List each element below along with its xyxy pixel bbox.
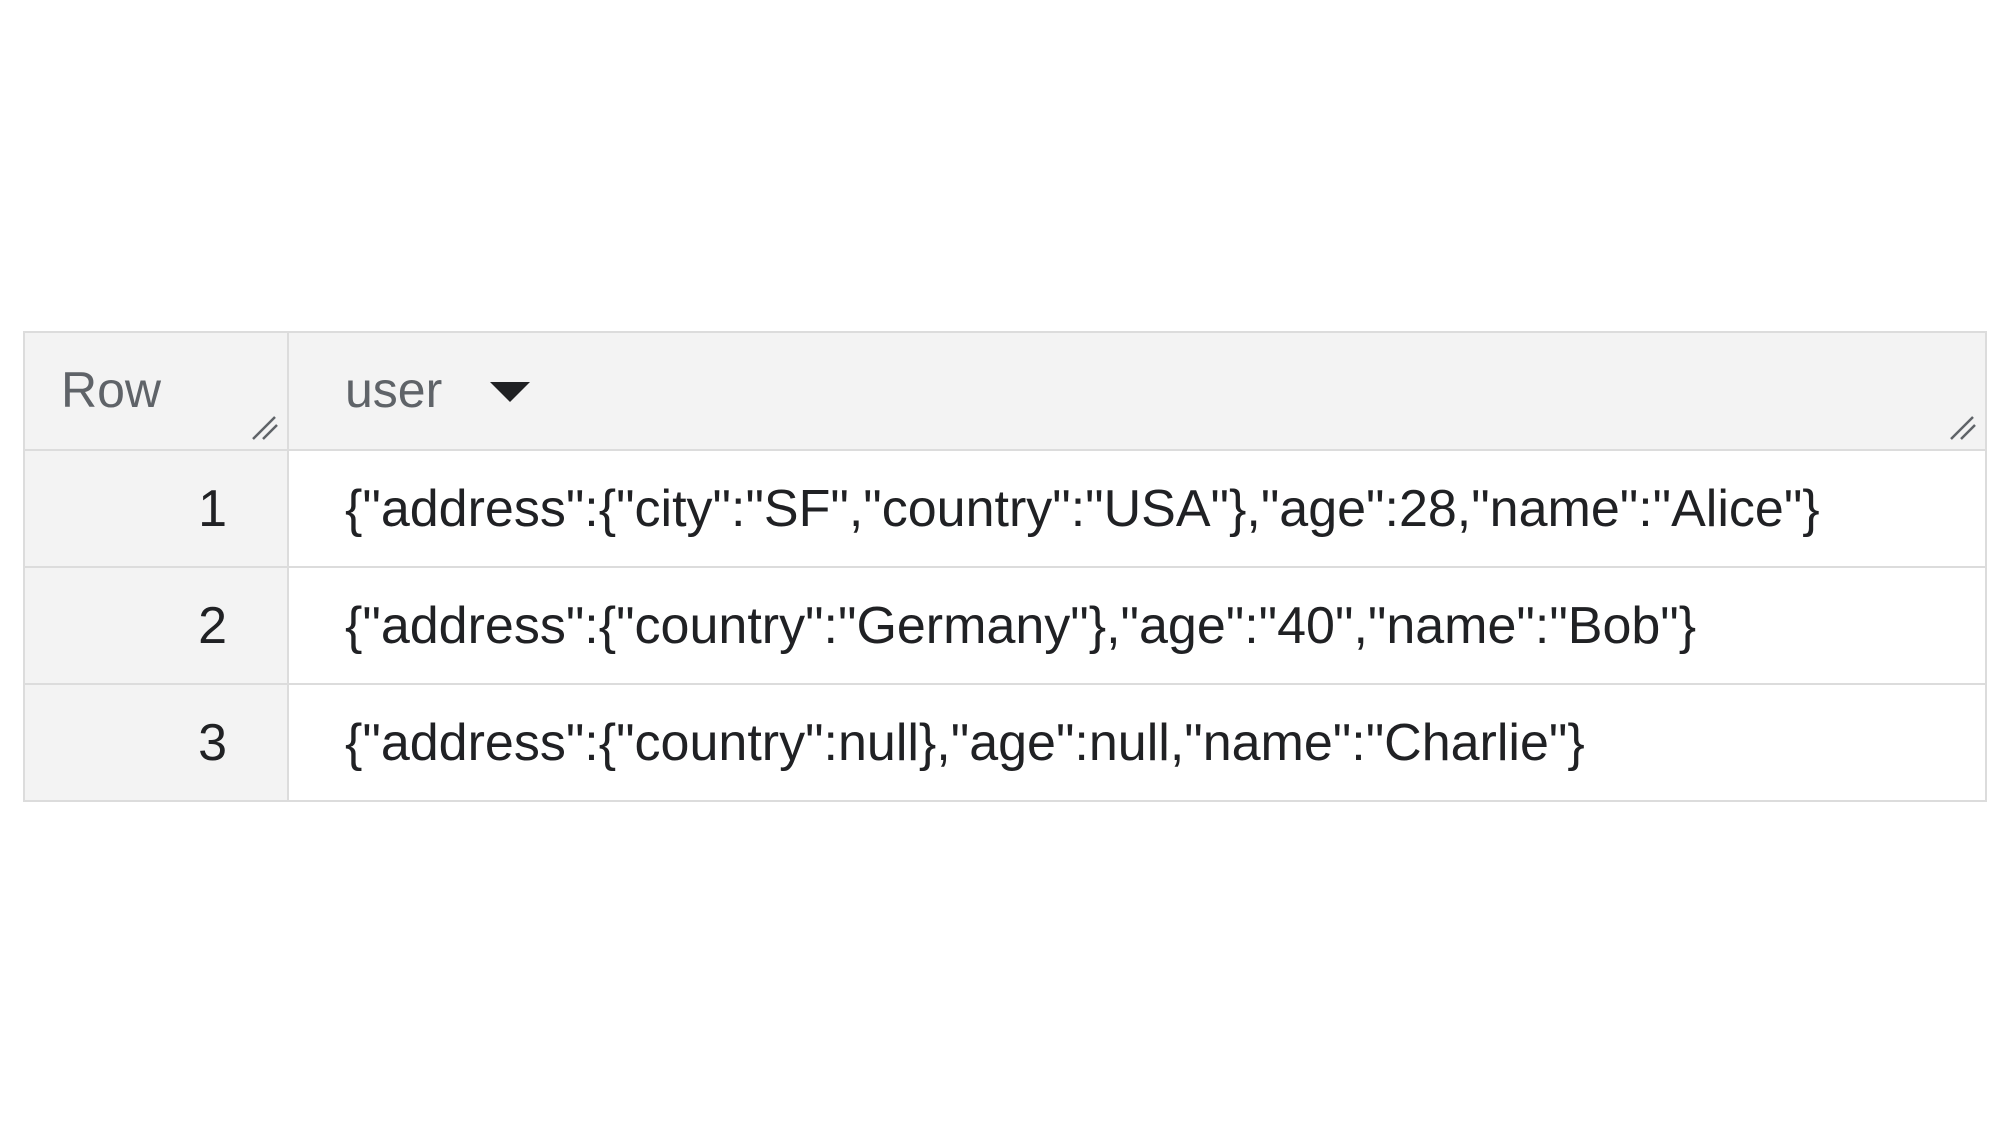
table-row: 1 {"address":{"city":"SF","country":"USA… (23, 449, 1987, 568)
table-row: 3 {"address":{"country":null},"age":null… (23, 683, 1987, 802)
column-resize-icon[interactable] (1947, 411, 1979, 443)
results-table: Row user 1 {"address":{"city":"SF","coun… (23, 331, 1987, 802)
user-cell[interactable]: {"address":{"country":null},"age":null,"… (287, 683, 1987, 802)
user-cell[interactable]: {"address":{"city":"SF","country":"USA"}… (287, 449, 1987, 568)
column-header-row-label: Row (61, 362, 162, 418)
row-number-cell: 1 (23, 449, 289, 568)
dropdown-arrow-icon[interactable] (490, 382, 531, 402)
column-header-user-label: user (345, 362, 443, 418)
column-header-row[interactable]: Row (23, 331, 289, 451)
row-number-cell: 3 (23, 683, 289, 802)
header-row: Row user (23, 331, 1987, 451)
user-cell[interactable]: {"address":{"country":"Germany"},"age":"… (287, 566, 1987, 685)
row-number-cell: 2 (23, 566, 289, 685)
column-header-user[interactable]: user (287, 331, 1987, 451)
column-resize-icon[interactable] (249, 411, 281, 443)
table-row: 2 {"address":{"country":"Germany"},"age"… (23, 566, 1987, 685)
